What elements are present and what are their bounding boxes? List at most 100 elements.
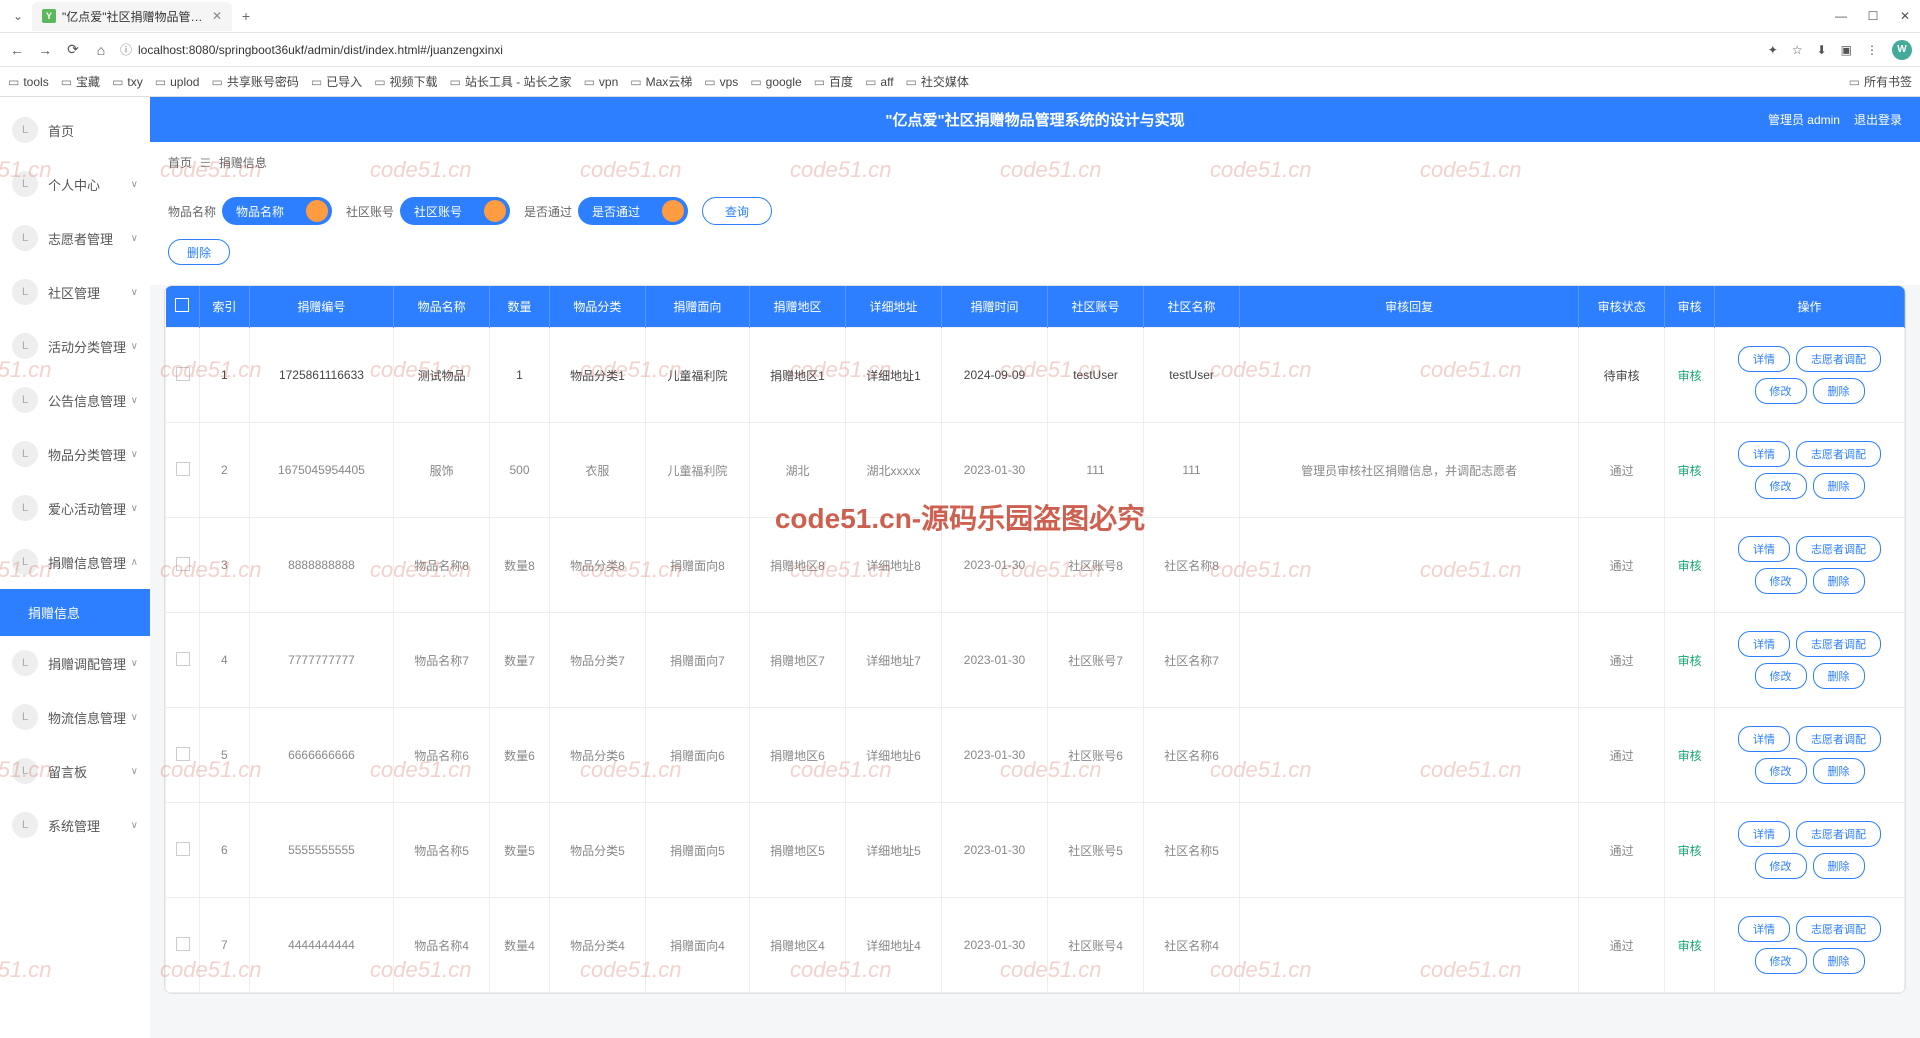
edit-button[interactable]: 修改 <box>1755 853 1807 879</box>
sidebar-item[interactable]: L爱心活动管理∨ <box>0 481 150 535</box>
row-checkbox[interactable] <box>176 462 190 476</box>
close-icon[interactable]: ✕ <box>212 9 222 23</box>
detail-button[interactable]: 详情 <box>1738 916 1790 942</box>
audit-link[interactable]: 审核 <box>1678 749 1702 763</box>
select-all-checkbox[interactable] <box>175 298 189 312</box>
sidebar-item[interactable]: L社区管理∨ <box>0 265 150 319</box>
download-icon[interactable]: ⬇ <box>1817 43 1827 57</box>
edit-button[interactable]: 修改 <box>1755 568 1807 594</box>
extensions-icon[interactable]: ▣ <box>1841 43 1852 57</box>
forward-icon[interactable]: → <box>36 42 54 58</box>
assign-button[interactable]: 志愿者调配 <box>1796 346 1881 372</box>
delete-button[interactable]: 删除 <box>1813 568 1865 594</box>
sidebar-item[interactable]: L志愿者管理∨ <box>0 211 150 265</box>
bookmark-item[interactable]: ▭Max云梯 <box>630 73 692 90</box>
breadcrumb-home[interactable]: 首页 <box>168 154 192 171</box>
audit-link[interactable]: 审核 <box>1678 559 1702 573</box>
detail-button[interactable]: 详情 <box>1738 346 1790 372</box>
row-checkbox[interactable] <box>176 937 190 951</box>
delete-button[interactable]: 删除 <box>1813 853 1865 879</box>
bookmark-all[interactable]: ▭ 所有书签 <box>1849 73 1912 90</box>
bookmark-item[interactable]: ▭uplod <box>155 75 200 89</box>
maximize-icon[interactable]: ☐ <box>1866 9 1880 23</box>
bookmark-item[interactable]: ▭google <box>750 75 801 89</box>
bookmark-item[interactable]: ▭已导入 <box>311 73 362 90</box>
detail-button[interactable]: 详情 <box>1738 631 1790 657</box>
bookmark-item[interactable]: ▭社交媒体 <box>906 73 969 90</box>
query-button[interactable]: 查询 <box>702 197 772 225</box>
back-icon[interactable]: ← <box>8 42 26 58</box>
assign-button[interactable]: 志愿者调配 <box>1796 916 1881 942</box>
filter-select-passed[interactable]: 是否通过 <box>578 197 688 225</box>
edit-button[interactable]: 修改 <box>1755 663 1807 689</box>
sidebar-item[interactable]: L首页 <box>0 103 150 157</box>
sidebar-item[interactable]: L活动分类管理∨ <box>0 319 150 373</box>
delete-button[interactable]: 删除 <box>1813 663 1865 689</box>
sidebar-item[interactable]: 捐赠信息 <box>0 589 150 636</box>
tab-dropdown-icon[interactable]: ⌄ <box>8 9 28 23</box>
delete-button[interactable]: 删除 <box>1813 758 1865 784</box>
sidebar-item[interactable]: L系统管理∨ <box>0 798 150 852</box>
bookmark-item[interactable]: ▭aff <box>865 75 893 89</box>
logout-link[interactable]: 退出登录 <box>1854 111 1902 128</box>
assign-button[interactable]: 志愿者调配 <box>1796 726 1881 752</box>
row-checkbox[interactable] <box>176 842 190 856</box>
edit-button[interactable]: 修改 <box>1755 473 1807 499</box>
sidebar-item[interactable]: L留言板∨ <box>0 744 150 798</box>
bookmark-item[interactable]: ▭vps <box>704 75 738 89</box>
audit-link[interactable]: 审核 <box>1678 844 1702 858</box>
row-checkbox[interactable] <box>176 652 190 666</box>
new-tab-button[interactable]: + <box>236 8 256 24</box>
edit-button[interactable]: 修改 <box>1755 948 1807 974</box>
detail-button[interactable]: 详情 <box>1738 821 1790 847</box>
menu-icon[interactable]: ⋮ <box>1866 43 1878 57</box>
sidebar-item[interactable]: L捐赠信息管理∧ <box>0 535 150 589</box>
audit-link[interactable]: 审核 <box>1678 939 1702 953</box>
detail-button[interactable]: 详情 <box>1738 726 1790 752</box>
batch-delete-button[interactable]: 删除 <box>168 239 230 265</box>
site-info-icon[interactable]: ⓘ <box>120 41 132 58</box>
home-icon[interactable]: ⌂ <box>92 42 110 58</box>
delete-button[interactable]: 删除 <box>1813 473 1865 499</box>
sidebar-item[interactable]: L物流信息管理∨ <box>0 690 150 744</box>
bookmark-item[interactable]: ▭宝藏 <box>61 73 100 90</box>
bookmark-item[interactable]: ▭站长工具 - 站长之家 <box>450 73 572 90</box>
row-checkbox[interactable] <box>176 747 190 761</box>
sidebar-item[interactable]: L公告信息管理∨ <box>0 373 150 427</box>
bookmark-item[interactable]: ▭tools <box>8 75 49 89</box>
detail-button[interactable]: 详情 <box>1738 441 1790 467</box>
close-window-icon[interactable]: ✕ <box>1898 9 1912 23</box>
row-checkbox[interactable] <box>176 367 190 381</box>
delete-button[interactable]: 删除 <box>1813 948 1865 974</box>
sidebar-item[interactable]: L物品分类管理∨ <box>0 427 150 481</box>
reload-icon[interactable]: ⟳ <box>64 41 82 58</box>
audit-link[interactable]: 审核 <box>1678 464 1702 478</box>
edit-button[interactable]: 修改 <box>1755 758 1807 784</box>
star-icon[interactable]: ☆ <box>1792 43 1803 57</box>
bookmark-item[interactable]: ▭视频下载 <box>374 73 437 90</box>
sidebar-item[interactable]: L捐赠调配管理∨ <box>0 636 150 690</box>
assign-button[interactable]: 志愿者调配 <box>1796 536 1881 562</box>
profile-avatar[interactable]: W <box>1892 40 1912 60</box>
detail-button[interactable]: 详情 <box>1738 536 1790 562</box>
table-cell: 捐赠面向6 <box>645 708 749 803</box>
bookmark-item[interactable]: ▭共享账号密码 <box>211 73 298 90</box>
gemini-icon[interactable]: ✦ <box>1768 43 1778 57</box>
minimize-icon[interactable]: — <box>1834 9 1848 23</box>
bookmark-item[interactable]: ▭百度 <box>814 73 853 90</box>
assign-button[interactable]: 志愿者调配 <box>1796 821 1881 847</box>
edit-button[interactable]: 修改 <box>1755 378 1807 404</box>
browser-tab[interactable]: Y "亿点爱"社区捐赠物品管理系统 ✕ <box>32 2 232 31</box>
assign-button[interactable]: 志愿者调配 <box>1796 631 1881 657</box>
url-text[interactable]: localhost:8080/springboot36ukf/admin/dis… <box>138 43 503 57</box>
assign-button[interactable]: 志愿者调配 <box>1796 441 1881 467</box>
audit-link[interactable]: 审核 <box>1678 654 1702 668</box>
audit-link[interactable]: 审核 <box>1678 369 1702 383</box>
delete-button[interactable]: 删除 <box>1813 378 1865 404</box>
bookmark-item[interactable]: ▭vpn <box>584 75 619 89</box>
filter-input-name[interactable]: 物品名称 <box>222 197 332 225</box>
filter-input-account[interactable]: 社区账号 <box>400 197 510 225</box>
bookmark-item[interactable]: ▭txy <box>112 75 143 89</box>
row-checkbox[interactable] <box>176 557 190 571</box>
sidebar-item[interactable]: L个人中心∨ <box>0 157 150 211</box>
